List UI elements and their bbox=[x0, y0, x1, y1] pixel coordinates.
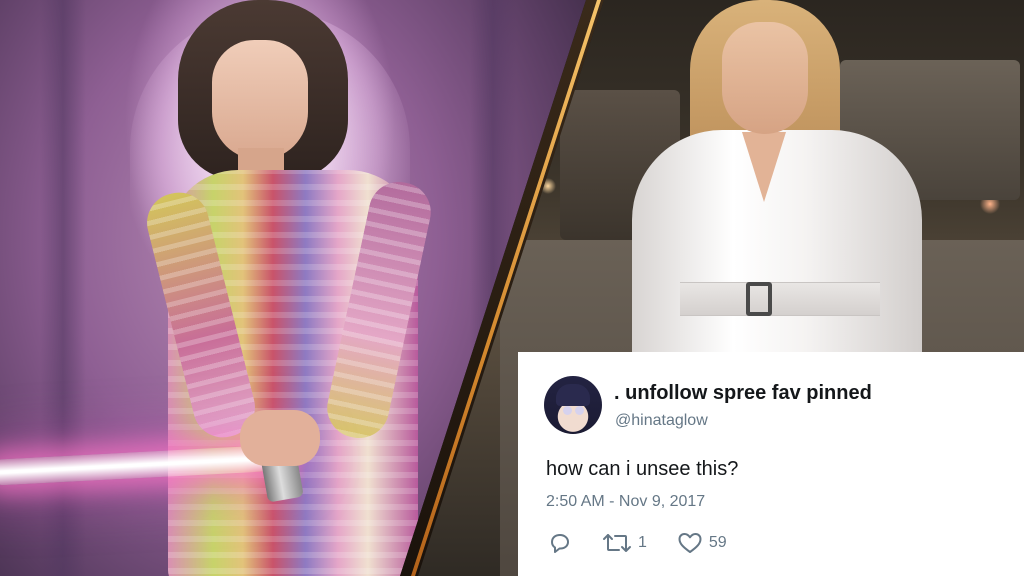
avatar-hair bbox=[556, 384, 590, 406]
avatar-eye bbox=[575, 406, 584, 415]
retweet-icon bbox=[603, 534, 631, 552]
tweet-timestamp[interactable]: 2:50 AM - Nov 9, 2017 bbox=[546, 493, 705, 511]
reply-icon bbox=[551, 534, 569, 553]
avatar[interactable] bbox=[544, 376, 602, 434]
display-name[interactable]: . unfollow spree fav pinned bbox=[614, 382, 872, 405]
user-handle[interactable]: @hinataglow bbox=[615, 412, 708, 430]
face bbox=[722, 22, 808, 134]
retweet-button[interactable]: 1 bbox=[602, 532, 647, 554]
like-count: 59 bbox=[708, 534, 727, 551]
coat-belt bbox=[680, 282, 880, 316]
retweet-count: 1 bbox=[638, 534, 647, 551]
tweet-actions: 1 59 bbox=[548, 530, 757, 556]
like-button[interactable]: 59 bbox=[677, 531, 727, 555]
heart-icon bbox=[678, 533, 702, 553]
avatar-eye bbox=[563, 406, 572, 415]
reply-button[interactable] bbox=[548, 532, 572, 554]
tweet-card: . unfollow spree fav pinned @hinataglow … bbox=[518, 352, 1024, 576]
tweet-text: how can i unsee this? bbox=[546, 458, 739, 480]
hands bbox=[240, 410, 320, 466]
belt-buckle bbox=[746, 282, 772, 316]
